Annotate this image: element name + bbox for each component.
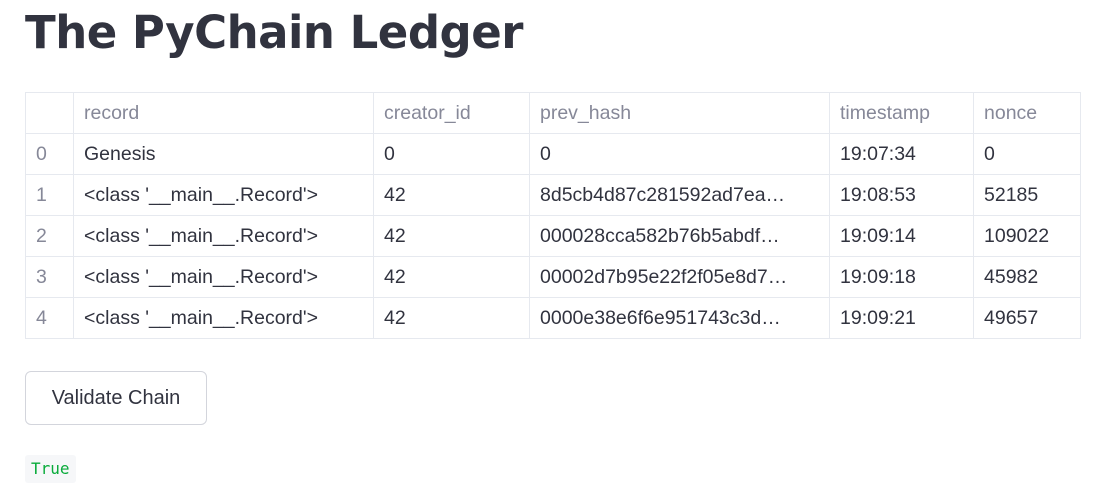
column-header-prev-hash[interactable]: prev_hash bbox=[529, 92, 830, 134]
nonce-cell[interactable]: 52185 bbox=[973, 174, 1081, 216]
column-header-nonce[interactable]: nonce bbox=[973, 92, 1081, 134]
row-index-cell[interactable]: 3 bbox=[25, 256, 74, 298]
timestamp-cell[interactable]: 19:09:18 bbox=[829, 256, 974, 298]
nonce-cell[interactable]: 0 bbox=[973, 133, 1081, 175]
ledger-table: record creator_id prev_hash timestamp no… bbox=[25, 92, 1081, 339]
record-cell[interactable]: <class '__main__.Record'> bbox=[73, 256, 374, 298]
page-title: The PyChain Ledger bbox=[25, 6, 523, 59]
creator-id-cell[interactable]: 42 bbox=[373, 297, 530, 339]
creator-id-cell[interactable]: 0 bbox=[373, 133, 530, 175]
nonce-cell[interactable]: 109022 bbox=[973, 215, 1081, 257]
column-header-index[interactable] bbox=[25, 92, 74, 134]
timestamp-cell[interactable]: 19:09:14 bbox=[829, 215, 974, 257]
record-cell[interactable]: <class '__main__.Record'> bbox=[73, 297, 374, 339]
row-index-cell[interactable]: 1 bbox=[25, 174, 74, 216]
prev-hash-cell[interactable]: 8d5cb4d87c281592ad7ea… bbox=[529, 174, 830, 216]
prev-hash-cell[interactable]: 0000e38e6f6e951743c3d… bbox=[529, 297, 830, 339]
timestamp-cell[interactable]: 19:09:21 bbox=[829, 297, 974, 339]
table-header-row: record creator_id prev_hash timestamp no… bbox=[25, 92, 1081, 134]
table-row: 3 <class '__main__.Record'> 42 00002d7b9… bbox=[25, 256, 1081, 298]
timestamp-cell[interactable]: 19:07:34 bbox=[829, 133, 974, 175]
table-row: 2 <class '__main__.Record'> 42 000028cca… bbox=[25, 215, 1081, 257]
timestamp-cell[interactable]: 19:08:53 bbox=[829, 174, 974, 216]
nonce-cell[interactable]: 49657 bbox=[973, 297, 1081, 339]
validate-chain-button[interactable]: Validate Chain bbox=[25, 371, 207, 425]
record-cell[interactable]: <class '__main__.Record'> bbox=[73, 215, 374, 257]
validation-result: True bbox=[25, 455, 76, 483]
table-row: 1 <class '__main__.Record'> 42 8d5cb4d87… bbox=[25, 174, 1081, 216]
prev-hash-cell[interactable]: 00002d7b95e22f2f05e8d7… bbox=[529, 256, 830, 298]
column-header-timestamp[interactable]: timestamp bbox=[829, 92, 974, 134]
row-index-cell[interactable]: 4 bbox=[25, 297, 74, 339]
nonce-cell[interactable]: 45982 bbox=[973, 256, 1081, 298]
prev-hash-cell[interactable]: 000028cca582b76b5abdf… bbox=[529, 215, 830, 257]
record-cell[interactable]: <class '__main__.Record'> bbox=[73, 174, 374, 216]
record-cell[interactable]: Genesis bbox=[73, 133, 374, 175]
table-row: 4 <class '__main__.Record'> 42 0000e38e6… bbox=[25, 297, 1081, 339]
creator-id-cell[interactable]: 42 bbox=[373, 256, 530, 298]
table-row: 0 Genesis 0 0 19:07:34 0 bbox=[25, 133, 1081, 175]
row-index-cell[interactable]: 2 bbox=[25, 215, 74, 257]
creator-id-cell[interactable]: 42 bbox=[373, 174, 530, 216]
prev-hash-cell[interactable]: 0 bbox=[529, 133, 830, 175]
row-index-cell[interactable]: 0 bbox=[25, 133, 74, 175]
column-header-creator-id[interactable]: creator_id bbox=[373, 92, 530, 134]
column-header-record[interactable]: record bbox=[73, 92, 374, 134]
creator-id-cell[interactable]: 42 bbox=[373, 215, 530, 257]
